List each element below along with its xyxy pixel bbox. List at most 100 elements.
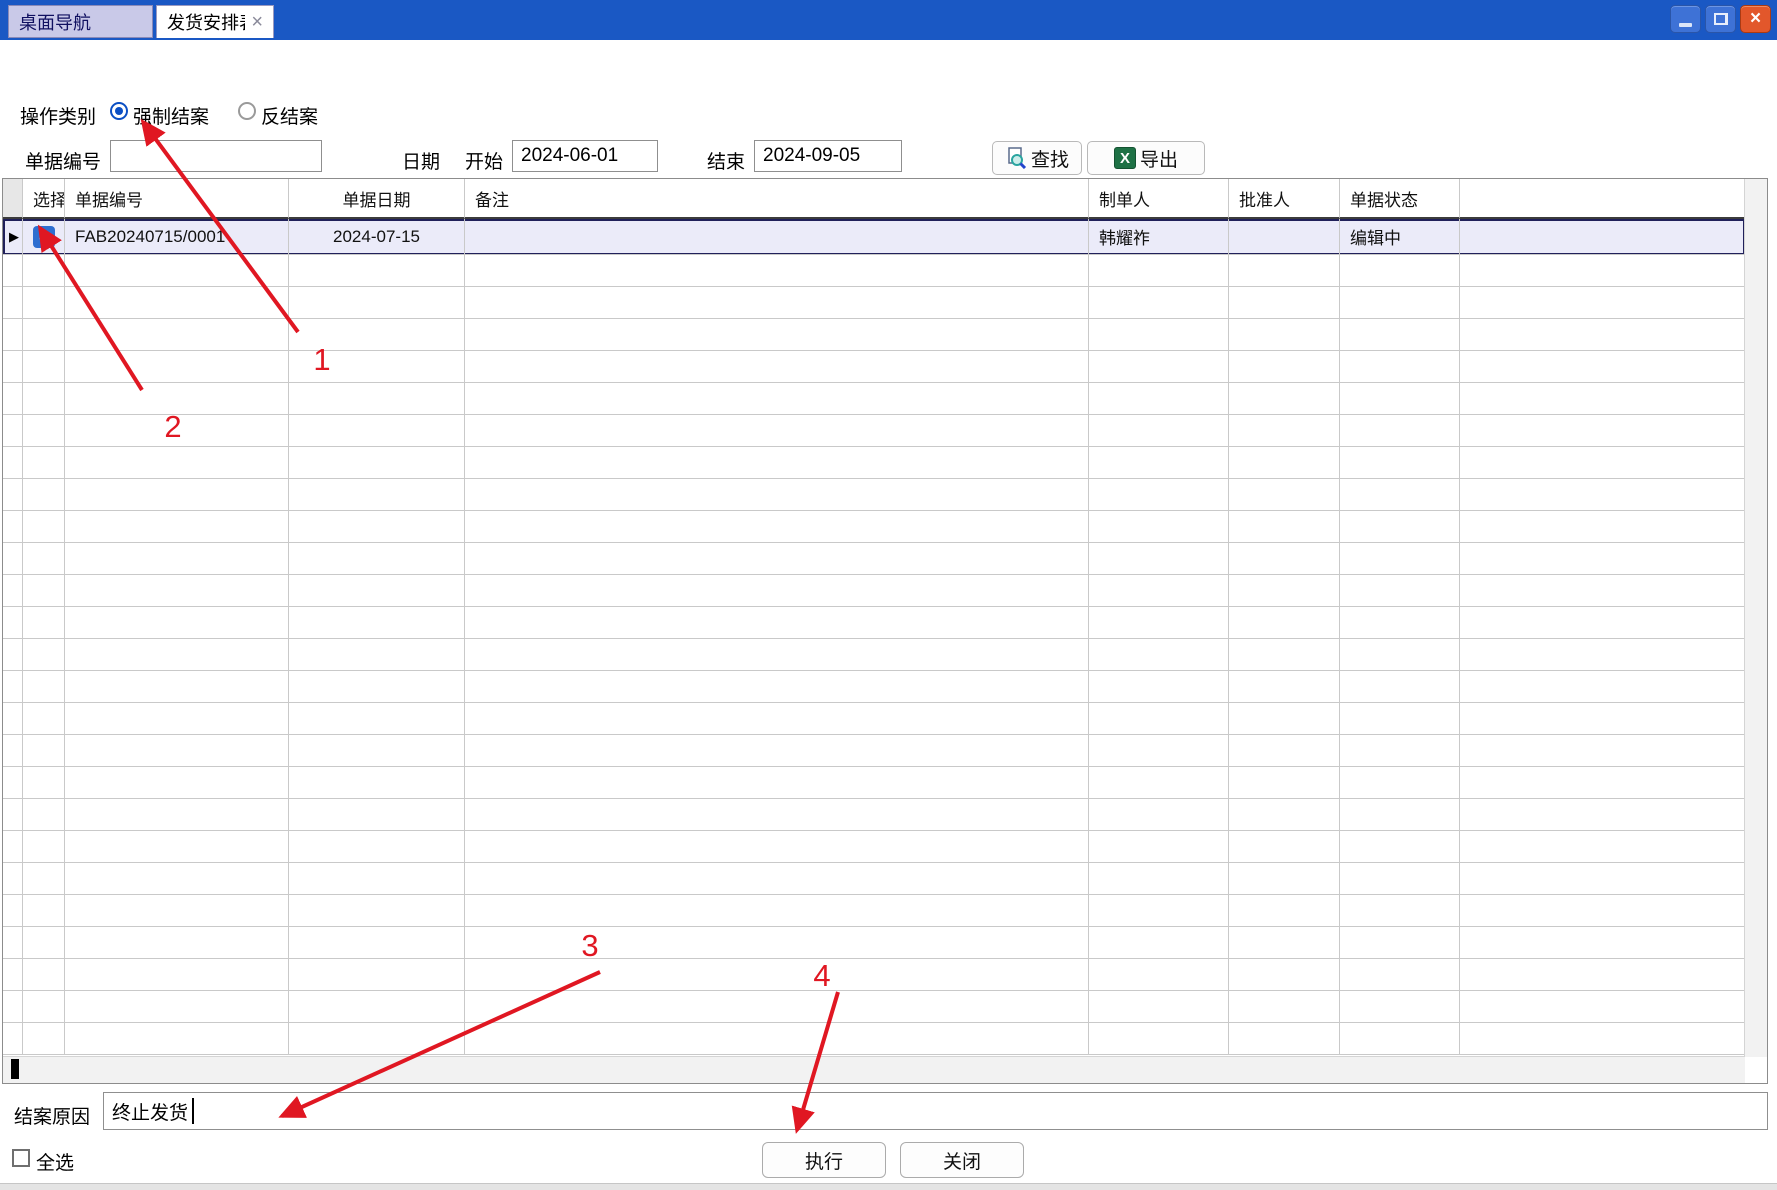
col-header-select[interactable]: 选择 xyxy=(23,179,65,219)
table-cell xyxy=(23,895,65,927)
table-cell xyxy=(1089,287,1229,319)
start-date-input[interactable] xyxy=(512,140,658,172)
app-window: 桌面导航 发货安排表结... × × 操作类别 强制结案 反结案 单据编号 日期… xyxy=(0,0,1777,1190)
row-checkbox-checked[interactable]: ✓ xyxy=(33,226,55,248)
table-cell xyxy=(1089,671,1229,703)
table-cell xyxy=(3,479,23,511)
col-header-doc-date[interactable]: 单据日期 xyxy=(289,179,465,219)
horizontal-scrollbar[interactable] xyxy=(3,1056,1745,1083)
doc-no-cell: FAB20240715/0001 xyxy=(65,219,289,255)
table-row-empty xyxy=(3,383,1745,415)
table-cell xyxy=(1340,511,1460,543)
col-header-approver[interactable]: 批准人 xyxy=(1229,179,1340,219)
table-row-empty xyxy=(3,831,1745,863)
tab-shipping-arrangement-close[interactable]: 发货安排表结... × xyxy=(156,5,274,38)
select-all-checkbox[interactable] xyxy=(12,1149,30,1167)
table-cell xyxy=(65,543,289,575)
table-cell xyxy=(289,607,465,639)
table-cell xyxy=(1340,1023,1460,1055)
table-cell xyxy=(1460,671,1745,703)
table-cell xyxy=(3,607,23,639)
table-row-empty xyxy=(3,991,1745,1023)
table-cell xyxy=(3,863,23,895)
tab-label: 桌面导航 xyxy=(19,9,91,35)
end-date-input[interactable] xyxy=(754,140,902,172)
table-cell xyxy=(3,447,23,479)
table-cell xyxy=(1229,319,1340,351)
table-row-selected[interactable]: ▶ ✓ FAB20240715/0001 2024-07-15 韩耀祚 编辑中 xyxy=(3,219,1745,255)
table-cell xyxy=(23,255,65,287)
col-header-remark[interactable]: 备注 xyxy=(465,179,1089,219)
tab-close-icon[interactable]: × xyxy=(251,12,263,32)
minimize-button[interactable] xyxy=(1670,5,1701,33)
table-row-empty xyxy=(3,799,1745,831)
table-cell xyxy=(23,671,65,703)
reverse-close-label[interactable]: 反结案 xyxy=(261,102,318,129)
table-cell xyxy=(1460,895,1745,927)
table-cell xyxy=(465,607,1089,639)
documents-table: 选择 单据编号 单据日期 备注 制单人 批准人 单据状态 ▶ ✓ FAB2024… xyxy=(2,178,1768,1084)
table-row-empty xyxy=(3,639,1745,671)
force-close-label[interactable]: 强制结案 xyxy=(133,102,209,129)
table-empty-rows xyxy=(3,255,1745,1055)
table-cell xyxy=(23,831,65,863)
table-cell xyxy=(1089,895,1229,927)
close-button[interactable]: × xyxy=(1740,5,1771,33)
approver-cell xyxy=(1229,219,1340,255)
close-reason-input[interactable] xyxy=(103,1092,1768,1130)
table-row-empty xyxy=(3,415,1745,447)
horizontal-scrollbar-thumb[interactable] xyxy=(11,1059,19,1079)
table-cell xyxy=(1460,959,1745,991)
restore-button[interactable] xyxy=(1705,5,1736,33)
table-cell xyxy=(1460,639,1745,671)
row-select-cell[interactable]: ✓ xyxy=(23,219,65,255)
table-cell xyxy=(3,1023,23,1055)
col-header-preparer[interactable]: 制单人 xyxy=(1089,179,1229,219)
table-cell xyxy=(465,415,1089,447)
date-label: 日期 xyxy=(402,147,440,174)
table-cell xyxy=(1340,767,1460,799)
find-button[interactable]: 查找 xyxy=(992,141,1082,175)
reverse-close-radio[interactable] xyxy=(238,102,256,120)
table-cell xyxy=(1460,799,1745,831)
table-cell xyxy=(23,447,65,479)
table-cell xyxy=(23,319,65,351)
table-cell xyxy=(3,511,23,543)
table-row-empty xyxy=(3,511,1745,543)
table-cell xyxy=(1340,671,1460,703)
table-row-empty xyxy=(3,735,1745,767)
close-reason-label: 结案原因 xyxy=(14,1102,90,1129)
table-cell xyxy=(289,927,465,959)
end-date-label: 结束 xyxy=(707,147,745,174)
table-cell xyxy=(23,735,65,767)
tab-desktop-navigation[interactable]: 桌面导航 xyxy=(8,5,153,38)
doc-no-input[interactable] xyxy=(110,140,322,172)
table-cell xyxy=(465,735,1089,767)
table-cell xyxy=(65,703,289,735)
table-cell xyxy=(1089,639,1229,671)
table-cell xyxy=(289,383,465,415)
table-cell xyxy=(65,735,289,767)
table-cell xyxy=(1089,959,1229,991)
table-row-empty xyxy=(3,287,1745,319)
table-cell xyxy=(1089,927,1229,959)
select-all-label[interactable]: 全选 xyxy=(36,1148,74,1175)
tab-label: 发货安排表结... xyxy=(167,9,245,35)
export-button[interactable]: X 导出 xyxy=(1087,141,1205,175)
table-cell xyxy=(1229,767,1340,799)
execute-button[interactable]: 执行 xyxy=(762,1142,886,1178)
col-header-status[interactable]: 单据状态 xyxy=(1340,179,1460,219)
force-close-radio[interactable] xyxy=(110,102,128,120)
close-window-button[interactable]: 关闭 xyxy=(900,1142,1024,1178)
close-button-label: 关闭 xyxy=(943,1147,981,1174)
table-cell xyxy=(65,831,289,863)
col-header-doc-no[interactable]: 单据编号 xyxy=(65,179,289,219)
table-cell xyxy=(65,479,289,511)
table-cell xyxy=(1460,319,1745,351)
table-cell xyxy=(1089,831,1229,863)
table-cell xyxy=(1460,287,1745,319)
table-header-row: 选择 单据编号 单据日期 备注 制单人 批准人 单据状态 xyxy=(3,179,1745,219)
table-cell xyxy=(465,287,1089,319)
vertical-scrollbar[interactable] xyxy=(1744,179,1767,1057)
operation-type-label: 操作类别 xyxy=(20,102,96,129)
